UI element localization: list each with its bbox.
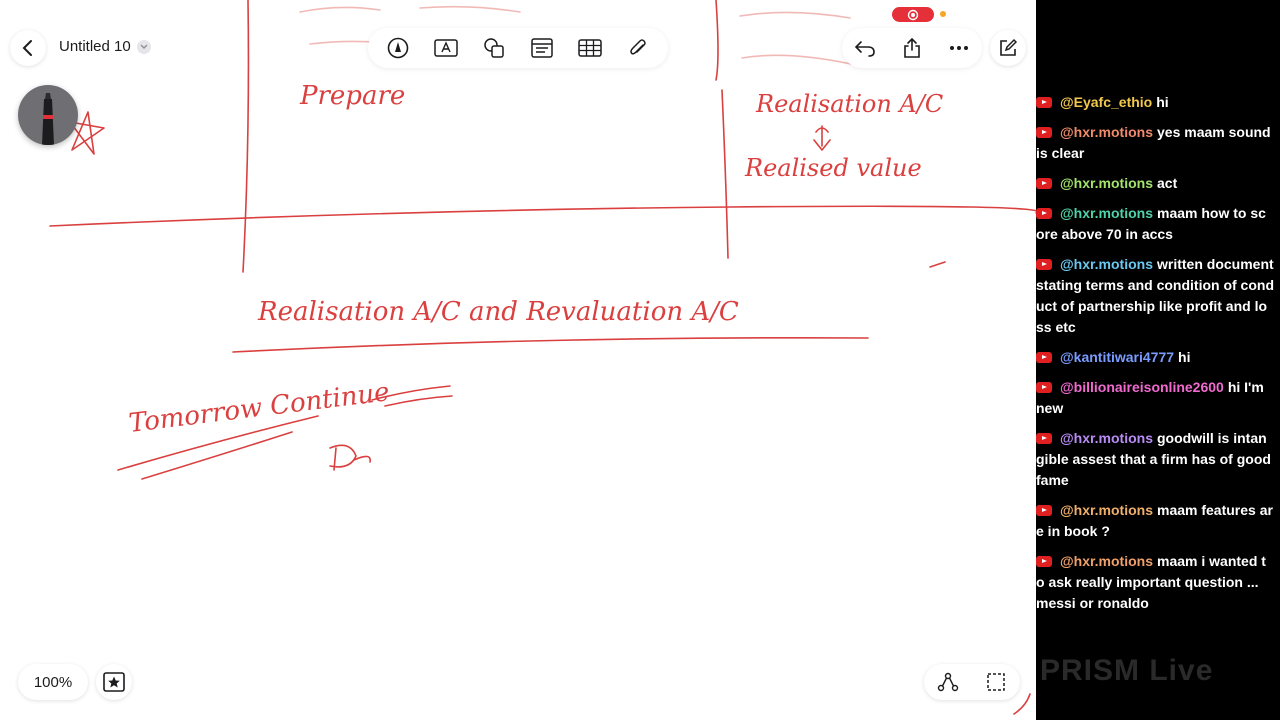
chat-message: @Eyafc_ethio hi xyxy=(1036,92,1280,113)
ink-text-tomorrow: Tomorrow Continue xyxy=(127,377,391,439)
text-box-icon[interactable] xyxy=(434,36,458,60)
chat-username: @hxr.motions xyxy=(1060,430,1153,446)
chat-message: @hxr.motions written document stating ter… xyxy=(1036,254,1280,338)
undo-icon[interactable] xyxy=(853,36,877,60)
chevron-down-icon xyxy=(136,39,151,54)
ink-arrow-down xyxy=(813,125,831,151)
ink-heading-underline xyxy=(232,336,869,353)
ink-text-realised-value: Realised value xyxy=(744,154,922,182)
active-pen-button[interactable] xyxy=(18,85,78,145)
handwriting-layer: Prepare Realisation A/C Realised value R… xyxy=(49,0,1036,715)
table-icon[interactable] xyxy=(578,36,602,60)
chat-message: @hxr.motions maam how to score above 70 i… xyxy=(1036,203,1280,245)
youtube-icon xyxy=(1036,178,1052,189)
chat-message: @billionaireisonline2600 hi I'm new xyxy=(1036,377,1280,419)
chat-username: @hxr.motions xyxy=(1060,502,1153,518)
youtube-icon xyxy=(1036,352,1052,363)
ink-scribble-glyph xyxy=(329,444,371,471)
youtube-icon xyxy=(1036,382,1052,393)
youtube-icon xyxy=(1036,208,1052,219)
live-chat-panel: @Eyafc_ethio hi @hxr.motions yes maam soun… xyxy=(1036,92,1280,623)
notes-canvas[interactable]: Prepare Realisation A/C Realised value R… xyxy=(0,0,1036,720)
chat-text: hi xyxy=(1178,349,1191,365)
mic-active-dot xyxy=(940,11,946,17)
prism-live-watermark: PRISM Live xyxy=(1040,654,1214,687)
recording-indicator[interactable] xyxy=(892,7,934,22)
attachment-icon[interactable] xyxy=(626,36,650,60)
chat-username: @hxr.motions xyxy=(1060,256,1153,272)
compose-icon xyxy=(1000,38,1018,56)
ink-vertical-right xyxy=(715,0,729,259)
chevron-left-icon xyxy=(22,40,32,56)
chat-text: hi xyxy=(1156,94,1169,110)
youtube-icon xyxy=(1036,433,1052,444)
star-box-icon xyxy=(103,672,125,692)
document-title: Untitled 10 xyxy=(59,38,131,55)
ink-small-mark xyxy=(929,261,946,268)
ink-text-prepare: Prepare xyxy=(299,81,405,111)
chat-message: @hxr.motions act xyxy=(1036,173,1280,194)
document-title-menu[interactable]: Untitled 10 xyxy=(59,38,151,55)
chat-username: @Eyafc_ethio xyxy=(1060,94,1153,110)
youtube-icon xyxy=(1036,259,1052,270)
chat-username: @hxr.motions xyxy=(1060,553,1153,569)
chat-message: @hxr.motions goodwill is intangible asses… xyxy=(1036,428,1280,491)
back-button[interactable] xyxy=(10,30,46,66)
chat-text: act xyxy=(1157,175,1178,191)
youtube-icon xyxy=(1036,97,1052,108)
selection-box-icon[interactable] xyxy=(984,670,1008,694)
sticky-note-icon[interactable] xyxy=(530,36,554,60)
new-note-button[interactable] xyxy=(990,30,1026,66)
ink-horizontal-line xyxy=(49,205,1036,227)
youtube-icon xyxy=(1036,127,1052,138)
chat-username: @billionaireisonline2600 xyxy=(1060,379,1224,395)
chat-username: @hxr.motions xyxy=(1060,205,1153,221)
chat-username: @hxr.motions xyxy=(1060,124,1153,140)
ink-faint-scribble-right xyxy=(739,11,861,67)
ink-corner-stroke xyxy=(1013,693,1031,715)
bottom-right-tools xyxy=(924,664,1020,700)
ink-underline-2 xyxy=(141,431,293,480)
share-icon[interactable] xyxy=(900,36,924,60)
lasso-nodes-icon[interactable] xyxy=(936,670,960,694)
zoom-level[interactable]: 100% xyxy=(18,664,88,700)
youtube-icon xyxy=(1036,556,1052,567)
chat-message: @hxr.motions maam i wanted to ask really … xyxy=(1036,551,1280,614)
markup-toolbar xyxy=(368,28,668,68)
right-toolbar xyxy=(842,28,982,68)
chat-username: @kantitiwari4777 xyxy=(1060,349,1175,365)
chat-message: @hxr.motions maam features are in book ? xyxy=(1036,500,1280,542)
pen-tool-icon[interactable] xyxy=(386,36,410,60)
ink-text-heading: Realisation A/C and Revaluation A/C xyxy=(257,297,739,327)
more-icon[interactable] xyxy=(947,36,971,60)
chat-message: @kantitiwari4777 hi xyxy=(1036,347,1280,368)
youtube-icon xyxy=(1036,505,1052,516)
ink-text-realisation-ac: Realisation A/C xyxy=(755,90,943,118)
chat-username: @hxr.motions xyxy=(1060,175,1153,191)
chat-message: @hxr.motions yes maam sound is clear xyxy=(1036,122,1280,164)
marker-pen-icon xyxy=(42,93,54,145)
shapes-icon[interactable] xyxy=(482,36,506,60)
record-icon xyxy=(907,9,919,20)
favorites-button[interactable] xyxy=(96,664,132,700)
ink-vertical-left xyxy=(242,0,250,273)
